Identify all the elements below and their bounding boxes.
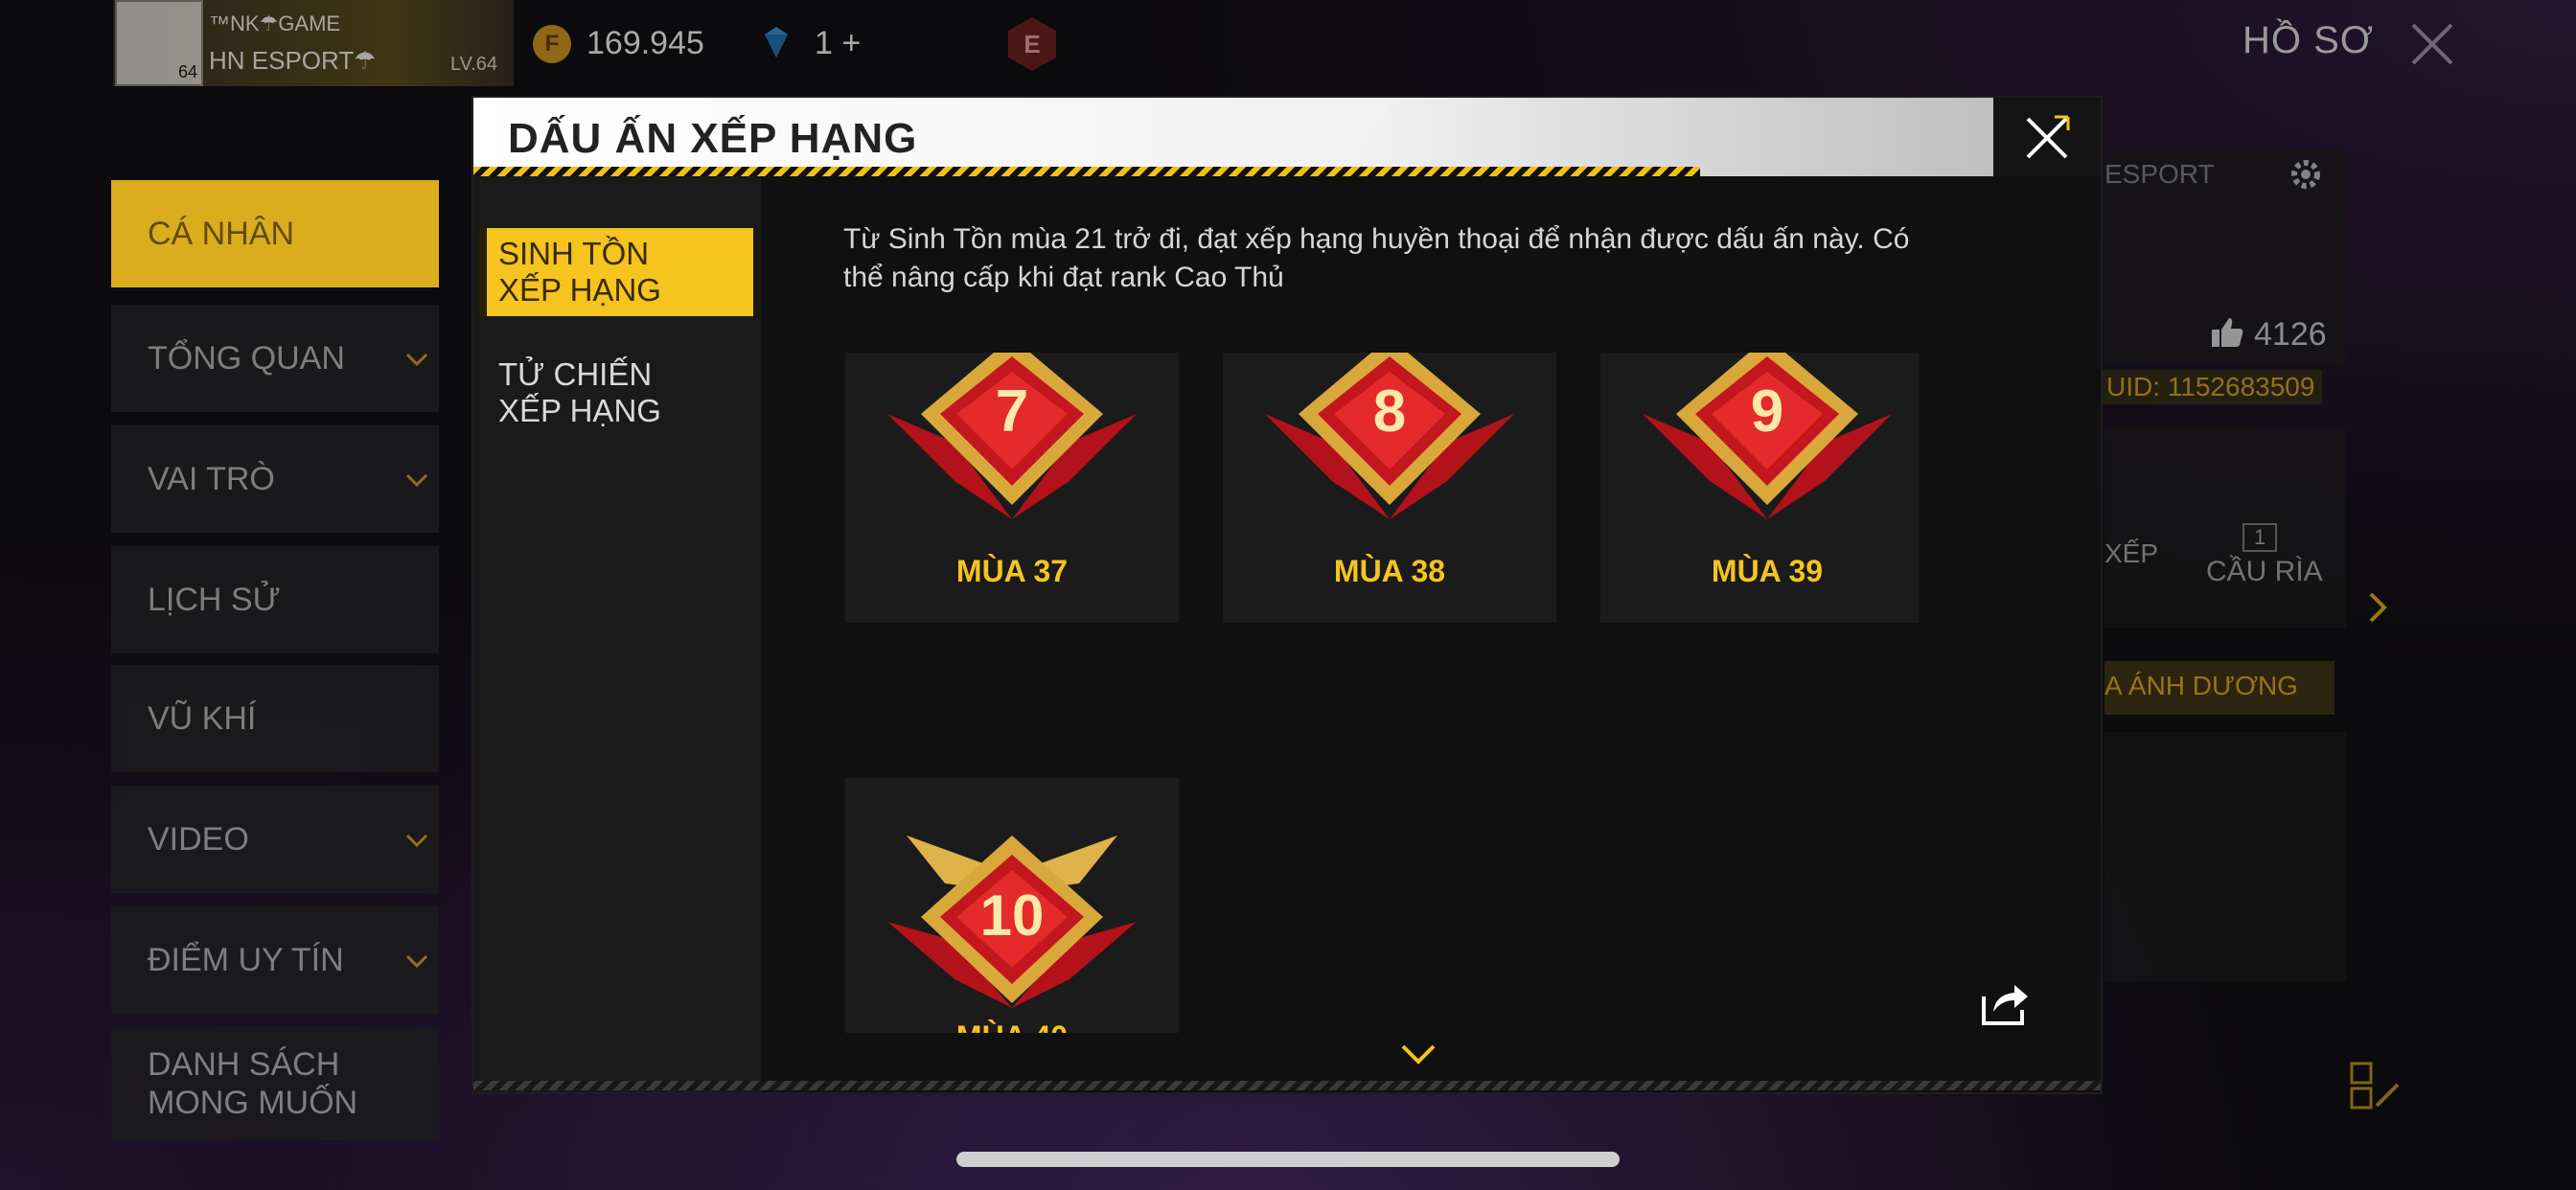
page-title: HỒ SƠ [2242, 19, 2375, 61]
elite-badge-icon[interactable]: E [1008, 17, 1056, 71]
rank-emblem-icon: 7 [887, 353, 1137, 519]
thumbs-up-icon[interactable] [2208, 312, 2246, 351]
menu-item-label: VAI TRÒ [148, 461, 275, 497]
rank-emblem-icon: 10 [887, 835, 1137, 1008]
emblem-card-season-39[interactable]: 9 MÙA 39 [1600, 353, 1919, 623]
modal-header: DẤU ẤN XẾP HẠNG [473, 98, 1993, 176]
slot-left-label: XẾP [2104, 538, 2159, 568]
emblem-number: 10 [980, 883, 1045, 948]
close-icon[interactable] [2405, 17, 2459, 71]
tab-tu-chien-xep-hang[interactable]: TỬ CHIẾN XẾP HẠNG [479, 349, 753, 437]
season-label: MÙA 38 [1333, 554, 1446, 588]
modal-close-button[interactable] [1993, 98, 2101, 176]
emblem-number: 9 [1751, 378, 1783, 445]
chevron-down-icon [405, 473, 428, 488]
banner-text: A ÁNH DƯƠNG [2104, 671, 2298, 700]
close-x-icon [2026, 115, 2070, 159]
menu-item-danh-sach-mong-muon[interactable]: DANH SÁCH MONG MUỐN [111, 1027, 439, 1140]
player-level: LV.64 [450, 54, 497, 75]
chevron-right-icon[interactable] [2363, 588, 2392, 627]
uid-label[interactable]: UID: 1152683509 [2099, 370, 2323, 404]
player-name: ™NK☂GAME [209, 11, 341, 35]
menu-item-label: VŨ KHÍ [148, 700, 257, 737]
tab-sinh-ton-xep-hang[interactable]: SINH TỒN XẾP HẠNG [479, 228, 753, 316]
menu-item-tong-quan[interactable]: TỔNG QUAN [111, 305, 439, 412]
menu-item-vai-tro[interactable]: VAI TRÒ [111, 425, 439, 533]
emblem-description: Từ Sinh Tồn mùa 21 trở đi, đạt xếp hạng … [843, 223, 1910, 293]
slot-label: CẦU RÌA [2206, 556, 2323, 587]
outfit-preview [2104, 732, 2346, 981]
header-decoration [1342, 98, 1993, 176]
season-label: MÙA 37 [955, 554, 1069, 588]
equipment-slots [2104, 427, 2346, 629]
menu-item-diem-uy-tin[interactable]: ĐIỂM UY TÍN [111, 906, 439, 1014]
rank-emblem-icon: 8 [1265, 353, 1514, 519]
season-label: MÙA 39 [1711, 554, 1824, 588]
menu-item-label: DANH SÁCH MONG MUỐN [148, 1046, 358, 1121]
modal-tab-sidebar: SINH TỒN XẾP HẠNG TỬ CHIẾN XẾP HẠNG [473, 176, 761, 1092]
slot-count: 1 [2242, 523, 2278, 552]
guild-tag: ESPORT [2104, 159, 2215, 189]
emblem-number: 7 [996, 378, 1028, 445]
emblem-card-season-38[interactable]: 8 MÙA 38 [1223, 353, 1556, 623]
diamond-icon [765, 27, 788, 57]
diamond-count[interactable]: 1 + [815, 25, 861, 62]
avatar-level: 64 [177, 62, 197, 81]
emblem-card-season-37[interactable]: 7 MÙA 37 [845, 353, 1179, 623]
chevron-down-icon [405, 954, 428, 969]
rank-emblem-modal: DẤU ẤN XẾP HẠNG SINH TỒN XẾP HẠNG TỬ CHI… [473, 98, 2101, 1092]
emblem-card-season-40[interactable]: 10 MÙA 40 [845, 778, 1179, 1033]
menu-item-label: VIDEO [148, 821, 249, 858]
gold-coin-icon: F [533, 25, 571, 63]
menu-item-vu-khi[interactable]: VŨ KHÍ [111, 665, 439, 772]
menu-item-lich-su[interactable]: LỊCH SỬ [111, 546, 439, 653]
rank-emblem-icon: 9 [1643, 353, 1892, 519]
menu-item-video[interactable]: VIDEO [111, 786, 439, 893]
menu-item-label: LỊCH SỬ [148, 582, 281, 618]
edit-icon[interactable] [2348, 1060, 2402, 1113]
menu-item-ca-nhan[interactable]: CÁ NHÂN [111, 180, 439, 287]
share-icon[interactable] [1978, 979, 2032, 1029]
tab-label: SINH TỒN XẾP HẠNG [498, 236, 661, 308]
chevron-down-icon [405, 834, 428, 848]
season-label: MÙA 40 [845, 1019, 1179, 1033]
gear-icon[interactable] [2285, 153, 2327, 195]
avatar[interactable]: 64 [115, 0, 203, 86]
menu-item-label: ĐIỂM UY TÍN [148, 942, 344, 978]
modal-title: DẤU ẤN XẾP HẠNG [508, 115, 918, 162]
menu-item-label: TỔNG QUAN [148, 340, 345, 377]
menu-item-label: CÁ NHÂN [148, 216, 295, 252]
top-bar: 64 ™NK☂GAME HN ESPORT☂ LV.64 F 169.945 1… [0, 0, 2576, 91]
player-guild: HN ESPORT☂ [209, 46, 377, 75]
gold-count: 169.945 [586, 25, 704, 61]
tab-label: TỬ CHIẾN XẾP HẠNG [498, 356, 661, 428]
emblem-grid: 7 MÙA 37 8 MÙA 38 9 MÙA 39 10 [845, 353, 1919, 1033]
like-count: 4126 [2254, 316, 2327, 353]
modal-bottom-stripe [473, 1081, 2101, 1090]
chevron-down-icon [405, 353, 428, 367]
emblem-number: 8 [1373, 378, 1406, 445]
chevron-down-icon[interactable] [1399, 1042, 1438, 1067]
home-indicator[interactable] [956, 1152, 1620, 1167]
